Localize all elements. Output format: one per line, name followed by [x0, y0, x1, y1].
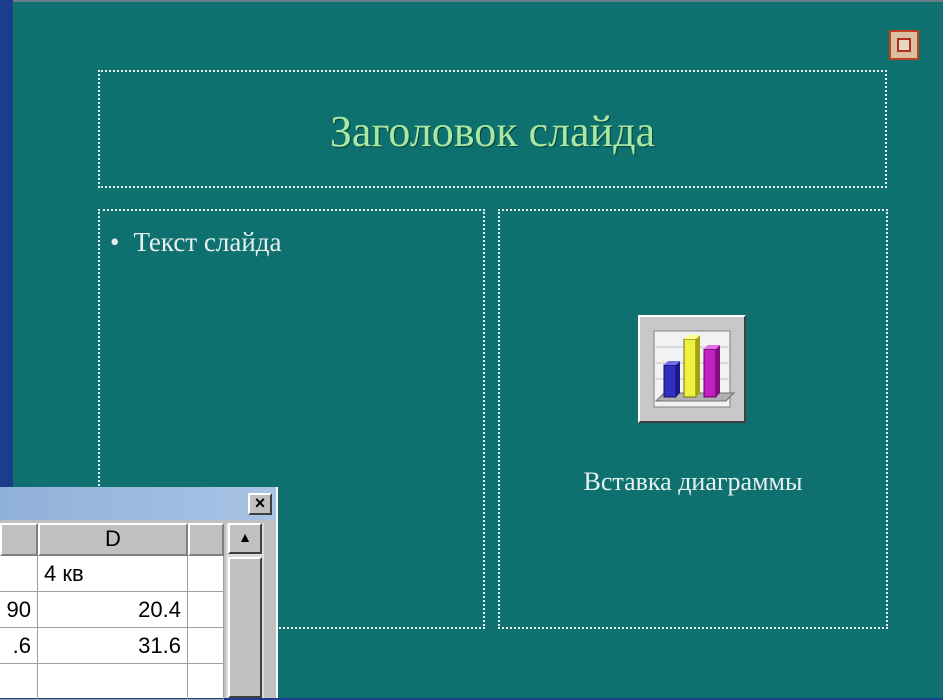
chart-placeholder-label: Вставка диаграммы: [583, 467, 803, 496]
table-cell[interactable]: [188, 664, 224, 700]
title-placeholder[interactable]: Заголовок слайда: [98, 70, 887, 188]
datasheet-titlebar[interactable]: ×: [0, 487, 276, 520]
table-cell[interactable]: [38, 664, 188, 700]
layout-icon-inner: [897, 38, 911, 52]
table-cell[interactable]: .6: [0, 628, 38, 664]
table-cell[interactable]: [0, 664, 38, 700]
insert-chart-button[interactable]: [638, 315, 746, 423]
bullet-item: • Текст слайда: [110, 227, 282, 258]
bullet-text: Текст слайда: [133, 227, 282, 257]
table-cell[interactable]: 31.6: [38, 628, 188, 664]
table-cell[interactable]: 4 кв: [38, 556, 188, 592]
table-cell[interactable]: [188, 592, 224, 628]
chart-icon: [646, 323, 738, 415]
bullet-marker: •: [110, 227, 120, 257]
column-header-next[interactable]: [188, 523, 224, 556]
close-icon[interactable]: ×: [248, 493, 272, 515]
slide-layout-icon[interactable]: [889, 30, 919, 60]
vertical-scrollbar[interactable]: ▲: [226, 523, 264, 698]
table-cell[interactable]: 90: [0, 592, 38, 628]
column-header-c[interactable]: [0, 523, 38, 556]
datasheet-window: × D 4 кв 90 20.4 .6 31.6 ▲: [0, 487, 278, 700]
table-cell[interactable]: [188, 556, 224, 592]
table-cell[interactable]: [188, 628, 224, 664]
chart-placeholder[interactable]: Вставка диаграммы: [498, 209, 888, 629]
scrollbar-thumb[interactable]: [228, 557, 262, 698]
table-cell[interactable]: [0, 556, 38, 592]
table-cell[interactable]: 20.4: [38, 592, 188, 628]
scroll-up-arrow-icon[interactable]: ▲: [228, 523, 262, 554]
column-header-d[interactable]: D: [38, 523, 188, 556]
datasheet-grid: D 4 кв 90 20.4 .6 31.6: [0, 523, 224, 700]
slide-title: Заголовок слайда: [329, 107, 656, 156]
